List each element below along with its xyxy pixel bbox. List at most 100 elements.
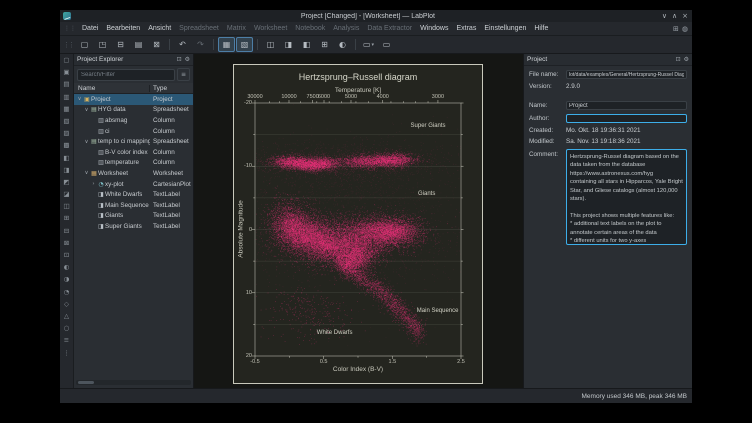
plot-annotation-super-giants[interactable]: Super Giants bbox=[411, 123, 446, 129]
print-preview-icon[interactable]: ⊠ bbox=[148, 37, 165, 52]
worksheet-action-20[interactable]: ◔ bbox=[62, 288, 71, 297]
hr-diagram-canvas[interactable] bbox=[234, 65, 482, 383]
project-explorer-header[interactable]: Project Explorer ⊡⚙ bbox=[74, 54, 193, 66]
filter-options-icon[interactable]: ≡ bbox=[177, 68, 190, 81]
menu-windows[interactable]: Windows bbox=[416, 24, 452, 33]
column-header-name[interactable]: Name bbox=[74, 85, 149, 92]
tree-row-absmag[interactable]: ▥absmagColumn bbox=[74, 115, 193, 126]
panel-toggle-icon[interactable]: ⊞ bbox=[673, 25, 679, 33]
menu-bearbeiten[interactable]: Bearbeiten bbox=[102, 24, 144, 33]
menu-matrix[interactable]: Matrix bbox=[223, 24, 250, 33]
tree-column-headers[interactable]: Name Type bbox=[74, 83, 193, 94]
print-icon[interactable]: ▤ bbox=[130, 37, 147, 52]
plot-annotation-main-sequence[interactable]: Main Sequence bbox=[417, 308, 459, 314]
expander-icon[interactable]: ∨ bbox=[83, 139, 90, 145]
explorer-hscrollbar[interactable] bbox=[76, 380, 191, 385]
column-header-type[interactable]: Type bbox=[149, 85, 193, 92]
plot-annotation-giants[interactable]: Giants bbox=[418, 191, 435, 197]
worksheet-action-13[interactable]: ◫ bbox=[62, 202, 71, 211]
tree-row-ci[interactable]: ▥ciColumn bbox=[74, 126, 193, 137]
grid-layout-icon[interactable]: ⊞ bbox=[316, 37, 333, 52]
project-name-input[interactable] bbox=[566, 101, 687, 110]
top-axis-label[interactable]: Temperature [K] bbox=[255, 87, 461, 94]
redo-icon[interactable]: ↷ bbox=[192, 37, 209, 52]
notifications-icon[interactable]: ◍ bbox=[682, 25, 688, 33]
expander-icon[interactable]: ∨ bbox=[83, 170, 90, 176]
add-text-label-icon[interactable]: ◨ bbox=[280, 37, 297, 52]
close-button[interactable]: × bbox=[682, 11, 688, 21]
worksheet-action-1[interactable]: ▢ bbox=[62, 56, 71, 65]
worksheet-action-6[interactable]: ▧ bbox=[62, 117, 71, 126]
worksheet-action-23[interactable]: ○ bbox=[62, 324, 71, 333]
author-input[interactable] bbox=[566, 114, 687, 123]
worksheet-action-25[interactable]: ⋮ bbox=[62, 349, 71, 358]
tree-row-b-v-color-index[interactable]: ▥B-V color indexColumn bbox=[74, 147, 193, 158]
menu-datei[interactable]: Datei bbox=[78, 24, 102, 33]
fit-page-icon[interactable]: ▭ bbox=[378, 37, 395, 52]
float-dock-icon[interactable]: ⊡ bbox=[177, 56, 182, 63]
worksheet-action-9[interactable]: ◧ bbox=[62, 154, 71, 163]
tree-row-hyg-data[interactable]: ∨▤HYG dataSpreadsheet bbox=[74, 105, 193, 116]
tree-row-main-sequence[interactable]: ◨Main SequenceTextLabel bbox=[74, 200, 193, 211]
explorer-hscroll-thumb[interactable] bbox=[78, 381, 94, 384]
menu-data-extractor[interactable]: Data Extractor bbox=[363, 24, 416, 33]
worksheet-action-16[interactable]: ⊠ bbox=[62, 239, 71, 248]
theme-icon[interactable]: ◐ bbox=[334, 37, 351, 52]
worksheet-action-4[interactable]: ▥ bbox=[62, 93, 71, 102]
worksheet-action-17[interactable]: ⊡ bbox=[62, 251, 71, 260]
worksheet-page[interactable]: Hertzsprung–Russell diagram Temperature … bbox=[233, 64, 483, 384]
plot-title[interactable]: Hertzsprung–Russell diagram bbox=[255, 72, 461, 82]
tree-row-project[interactable]: ∨▣ProjectProject bbox=[74, 94, 193, 105]
dock-settings-icon[interactable]: ⚙ bbox=[684, 56, 689, 63]
tree-row-xy-plot[interactable]: ›◔xy-plotCartesianPlot bbox=[74, 179, 193, 190]
open-project-icon[interactable]: ◳ bbox=[94, 37, 111, 52]
menu-extras[interactable]: Extras bbox=[452, 24, 480, 33]
x-axis-label[interactable]: Color Index (B-V) bbox=[255, 366, 461, 373]
worksheet-action-5[interactable]: ▦ bbox=[62, 105, 71, 114]
minimize-button[interactable]: ∨ bbox=[662, 11, 667, 21]
toolbar-handle[interactable]: ⋮⋮ bbox=[63, 41, 73, 49]
worksheet-action-2[interactable]: ▣ bbox=[62, 68, 71, 77]
menu-einstellungen[interactable]: Einstellungen bbox=[480, 24, 530, 33]
expander-icon[interactable]: › bbox=[90, 181, 97, 187]
worksheet-action-14[interactable]: ⊞ bbox=[62, 214, 71, 223]
menu-worksheet[interactable]: Worksheet bbox=[250, 24, 291, 33]
worksheet-action-24[interactable]: ≡ bbox=[62, 336, 71, 345]
expander-icon[interactable]: ∨ bbox=[76, 96, 83, 102]
worksheet-view[interactable]: Hertzsprung–Russell diagram Temperature … bbox=[194, 54, 524, 388]
new-project-icon[interactable]: ▢ bbox=[76, 37, 93, 52]
worksheet-action-22[interactable]: △ bbox=[62, 312, 71, 321]
properties-header[interactable]: Project ⊡⚙ bbox=[524, 54, 692, 66]
maximize-button[interactable]: ∧ bbox=[672, 11, 677, 21]
worksheet-action-7[interactable]: ▨ bbox=[62, 129, 71, 138]
tree-row-temp-to-ci-mapping[interactable]: ∨▤temp to ci mappingSpreadsheet bbox=[74, 136, 193, 147]
zoom-preset-dropdown[interactable]: ▭▾ bbox=[360, 37, 377, 52]
menu-analysis[interactable]: Analysis bbox=[329, 24, 363, 33]
worksheet-action-21[interactable]: ◇ bbox=[62, 300, 71, 309]
tree-row-white-dwarfs[interactable]: ◨White DwarfsTextLabel bbox=[74, 189, 193, 200]
titlebar[interactable]: Project [Changed] - [Worksheet] — LabPlo… bbox=[60, 10, 692, 22]
search-input[interactable] bbox=[77, 69, 175, 81]
expander-icon[interactable]: ∨ bbox=[83, 107, 90, 113]
worksheet-action-15[interactable]: ⊟ bbox=[62, 227, 71, 236]
menu-spreadsheet[interactable]: Spreadsheet bbox=[175, 24, 223, 33]
select-mode-button[interactable]: ▦ bbox=[218, 37, 235, 52]
float-dock-icon[interactable]: ⊡ bbox=[676, 56, 681, 63]
worksheet-action-12[interactable]: ◪ bbox=[62, 190, 71, 199]
dock-settings-icon[interactable]: ⚙ bbox=[185, 56, 190, 63]
add-plot-icon[interactable]: ◫ bbox=[262, 37, 279, 52]
tree-row-temperature[interactable]: ▥temperatureColumn bbox=[74, 158, 193, 169]
menubar-handle[interactable]: ⋮⋮ bbox=[64, 25, 76, 32]
worksheet-action-10[interactable]: ◨ bbox=[62, 166, 71, 175]
worksheet-action-8[interactable]: ▩ bbox=[62, 141, 71, 150]
worksheet-action-11[interactable]: ◩ bbox=[62, 178, 71, 187]
worksheet-action-19[interactable]: ◑ bbox=[62, 275, 71, 284]
file-name-input[interactable] bbox=[566, 70, 687, 79]
zoom-mode-button[interactable]: ▧ bbox=[236, 37, 253, 52]
worksheet-action-3[interactable]: ▤ bbox=[62, 80, 71, 89]
tree-row-super-giants[interactable]: ◨Super GiantsTextLabel bbox=[74, 221, 193, 232]
menu-notebook[interactable]: Notebook bbox=[291, 24, 329, 33]
worksheet-action-18[interactable]: ◐ bbox=[62, 263, 71, 272]
tree-row-giants[interactable]: ◨GiantsTextLabel bbox=[74, 211, 193, 222]
menu-ansicht[interactable]: Ansicht bbox=[144, 24, 175, 33]
